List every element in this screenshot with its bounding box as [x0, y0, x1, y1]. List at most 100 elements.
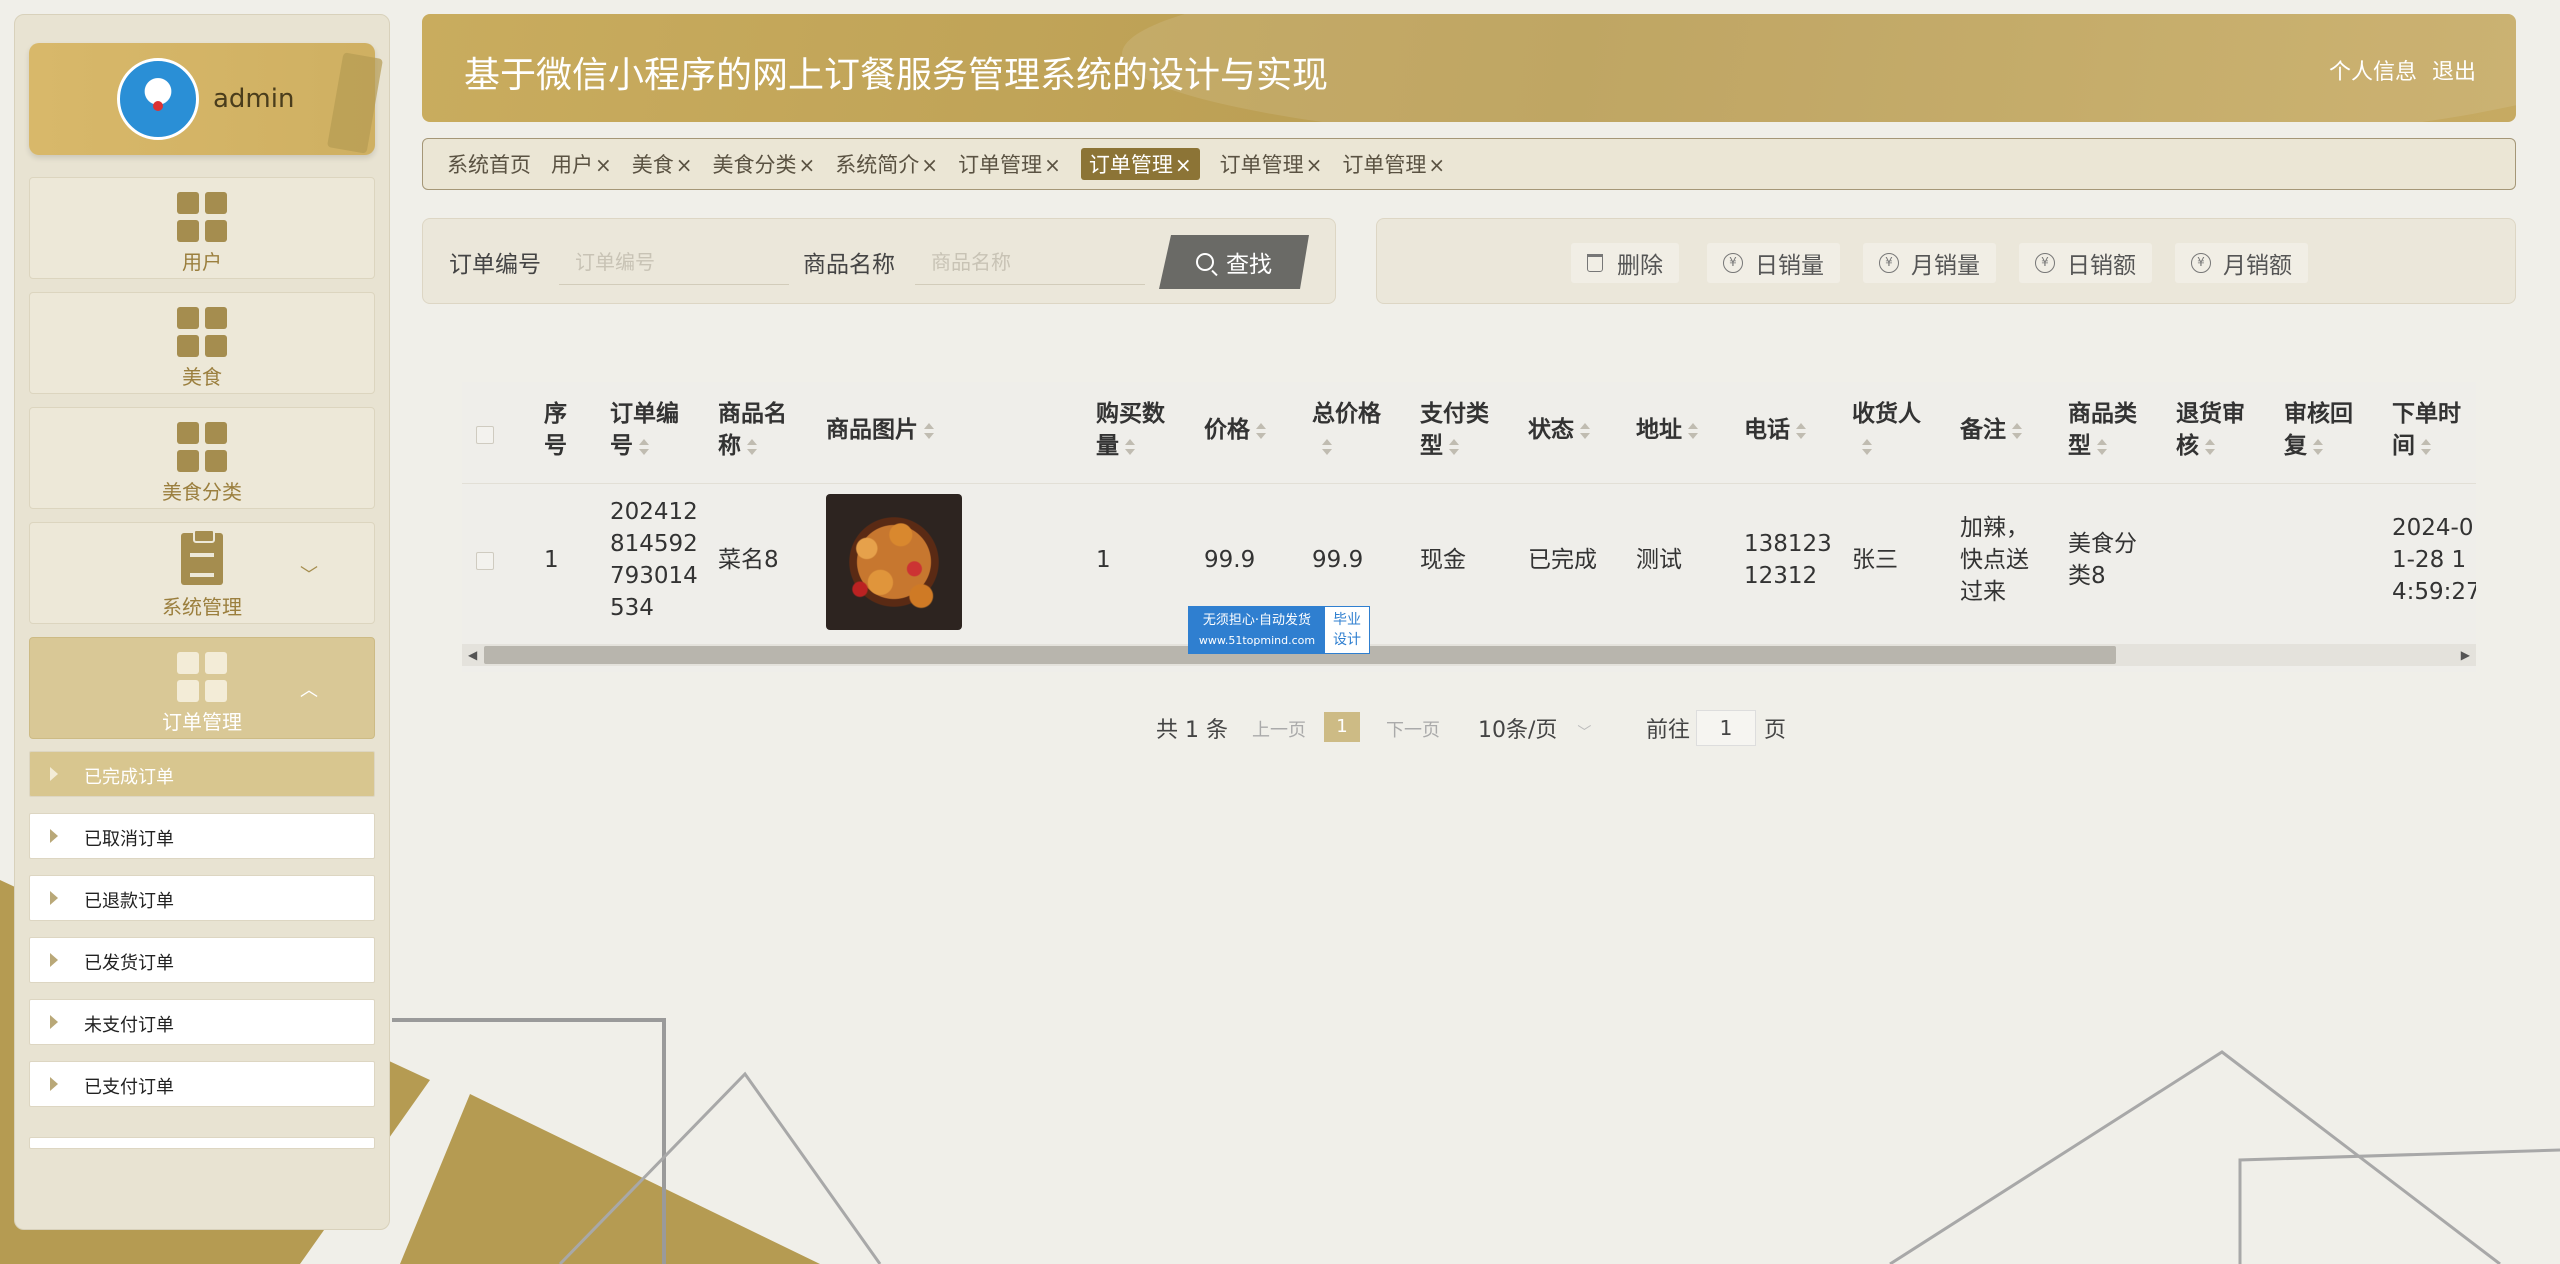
cell-order-time: 2024-0 1-28 1 4:59:27 [2392, 515, 2476, 605]
sort-icon [1796, 422, 1806, 439]
sort-icon [639, 438, 649, 455]
chevron-up-icon: ︿ [300, 680, 318, 701]
order-no-input[interactable] [559, 239, 789, 285]
product-name-input[interactable] [915, 239, 1145, 285]
caret-right-icon [50, 829, 58, 843]
monthly-sales-button[interactable]: ¥ 月销量 [1863, 243, 1996, 283]
daily-revenue-button[interactable]: ¥ 日销额 [2019, 243, 2152, 283]
delete-button[interactable]: 删除 [1571, 243, 1679, 283]
caret-right-icon [50, 767, 58, 781]
col-product-name[interactable]: 商品名称 [718, 398, 787, 462]
pagination-next[interactable]: 下一页 [1386, 716, 1440, 742]
col-status[interactable]: 状态 [1528, 414, 1590, 446]
profile-link[interactable]: 个人信息 [2329, 60, 2417, 85]
col-qty[interactable]: 购买数量 [1096, 398, 1165, 462]
cell-status: 已完成 [1528, 547, 1597, 573]
sort-icon [2012, 422, 2022, 439]
table-row[interactable]: 1 202412 814592 793014 534 菜名8 1 99.9 99.9 … [462, 484, 2476, 636]
col-order-no[interactable]: 订单编号 [610, 398, 679, 462]
tag-users[interactable]: 用户 × [551, 149, 612, 179]
cell-total: 99.9 [1312, 547, 1364, 573]
close-icon[interactable]: × [676, 153, 693, 177]
tag-food-category[interactable]: 美食分类 × [713, 149, 816, 179]
tag-order-management-4[interactable]: 订单管理 × [1342, 149, 1445, 179]
logout-link[interactable]: 退出 [2432, 60, 2476, 85]
tags-bar: 系统首页 用户 × 美食 × 美食分类 × 系统简介 × 订单管理 × 订单管理 × 订单管… [422, 138, 2516, 190]
goto-prefix: 前往 [1646, 718, 1691, 743]
tag-food[interactable]: 美食 × [632, 149, 693, 179]
avatar[interactable] [117, 58, 199, 140]
menu-item-label: 订单管理 [162, 710, 242, 734]
col-category[interactable]: 商品类型 [2068, 398, 2137, 462]
close-icon[interactable]: × [1428, 153, 1445, 177]
select-all-checkbox[interactable] [476, 426, 494, 444]
goto-page-input[interactable] [1696, 710, 1756, 746]
cell-phone: 138123 12312 [1744, 531, 1832, 589]
cell-price: 99.9 [1204, 547, 1256, 573]
tag-order-management-3[interactable]: 订单管理 × [1220, 149, 1323, 179]
col-index[interactable]: 序号 [544, 398, 567, 462]
col-order-time[interactable]: 下单时间 [2392, 398, 2461, 462]
caret-right-icon [50, 891, 58, 905]
submenu-item-unpaid-orders[interactable]: 未支付订单 [29, 999, 375, 1045]
col-receiver[interactable]: 收货人 [1852, 398, 1921, 462]
close-icon[interactable]: × [1306, 153, 1323, 177]
col-refund-review[interactable]: 退货审核 [2176, 398, 2245, 462]
chevron-down-icon: ﹀ [1577, 725, 1592, 741]
col-review-reply[interactable]: 审核回复 [2284, 398, 2353, 462]
sort-icon [1256, 422, 1266, 439]
daily-revenue-label: 日销额 [2067, 253, 2136, 279]
submenu-item-completed-orders[interactable]: 已完成订单 [29, 751, 375, 797]
grid-icon [177, 422, 227, 472]
submenu-item-paid-orders[interactable]: 已支付订单 [29, 1061, 375, 1107]
clipboard-icon [181, 529, 223, 585]
close-icon[interactable]: × [1175, 153, 1192, 177]
scroll-left-icon[interactable]: ◀ [468, 648, 477, 662]
tag-home[interactable]: 系统首页 [447, 149, 531, 179]
col-price[interactable]: 价格 [1204, 414, 1266, 446]
tag-order-management-active[interactable]: 订单管理 × [1080, 148, 1200, 180]
menu-item-system[interactable]: 系统管理 ﹀ [29, 522, 375, 624]
close-icon[interactable]: × [1044, 153, 1061, 177]
col-pay-type[interactable]: 支付类型 [1420, 398, 1489, 462]
product-image[interactable] [826, 494, 962, 630]
row-checkbox[interactable] [476, 552, 494, 570]
daily-sales-label: 日销量 [1755, 253, 1824, 279]
col-image[interactable]: 商品图片 [826, 414, 934, 446]
menu-item-food-category[interactable]: 美食分类 [29, 407, 375, 509]
search-button[interactable]: 查找 [1159, 235, 1309, 289]
submenu-item-cancelled-orders[interactable]: 已取消订单 [29, 813, 375, 859]
menu-item-food[interactable]: 美食 [29, 292, 375, 394]
header: 基于微信小程序的网上订餐服务管理系统的设计与实现 个人信息 退出 [422, 14, 2516, 122]
tag-system-intro[interactable]: 系统简介 × [835, 149, 938, 179]
tag-order-management-1[interactable]: 订单管理 × [958, 149, 1061, 179]
menu-item-orders[interactable]: 订单管理 ︿ [29, 637, 375, 739]
col-total[interactable]: 总价格 [1312, 398, 1381, 462]
submenu-item-refunded-orders[interactable]: 已退款订单 [29, 875, 375, 921]
horizontal-scrollbar[interactable]: ◀ ▶ [462, 644, 2476, 666]
close-icon[interactable]: × [799, 153, 816, 177]
close-icon[interactable]: × [921, 153, 938, 177]
scroll-right-icon[interactable]: ▶ [2461, 648, 2470, 662]
page-size-select[interactable]: 10条/页 ﹀ [1478, 712, 1591, 744]
col-note[interactable]: 备注 [1960, 414, 2022, 446]
cell-product-name: 菜名8 [718, 547, 779, 573]
header-links: 个人信息 退出 [2321, 54, 2476, 86]
pagination-current-page[interactable]: 1 [1324, 712, 1360, 742]
yen-icon: ¥ [2191, 253, 2211, 273]
sort-icon [1688, 422, 1698, 439]
cell-order-no: 202412 814592 793014 534 [610, 499, 698, 621]
close-icon[interactable]: × [595, 153, 612, 177]
sort-icon [2313, 438, 2323, 455]
menu-item-users[interactable]: 用户 [29, 177, 375, 279]
watermark-line1: 无须担心·自动发货 [1202, 613, 1312, 628]
cell-category: 美食分 类8 [2068, 531, 2137, 589]
daily-sales-button[interactable]: ¥ 日销量 [1707, 243, 1840, 283]
col-address[interactable]: 地址 [1636, 414, 1698, 446]
pagination-prev[interactable]: 上一页 [1252, 716, 1306, 742]
submenu-item-label: 已完成订单 [84, 767, 174, 788]
submenu-item-shipped-orders[interactable]: 已发货订单 [29, 937, 375, 983]
sort-icon [1862, 438, 1872, 455]
monthly-revenue-button[interactable]: ¥ 月销额 [2175, 243, 2308, 283]
col-phone[interactable]: 电话 [1744, 414, 1806, 446]
